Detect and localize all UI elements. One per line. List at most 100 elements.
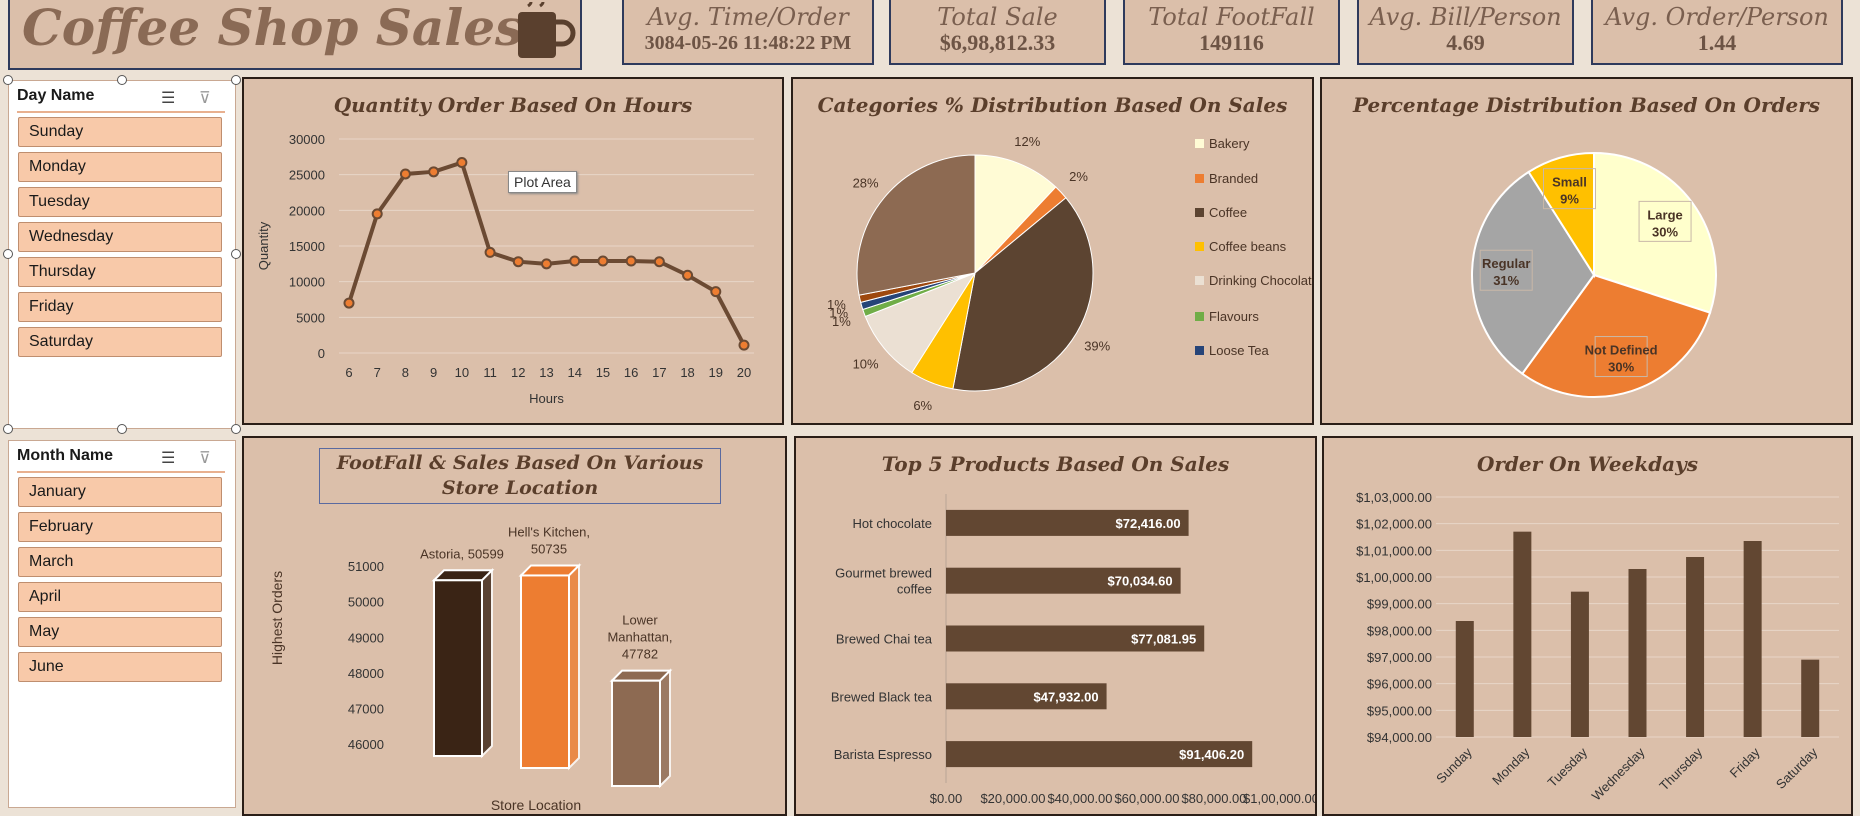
slice-pct-label: 31% [1493, 273, 1519, 288]
resize-handle[interactable] [231, 424, 241, 434]
kpi-value: 1.44 [1697, 30, 1737, 55]
slicer-item-saturday[interactable]: Saturday [18, 327, 222, 357]
slicer-item-friday[interactable]: Friday [18, 292, 222, 322]
chart-categories-distribution[interactable]: Categories % Distribution Based On Sales… [791, 77, 1314, 425]
multi-select-icon[interactable]: ☰ [161, 88, 175, 108]
y-tick-label: $99,000.00 [1367, 597, 1432, 612]
slicer-title: Day Name [17, 87, 95, 104]
line-chart: 0 5000 10000 15000 20000 25000 30000 6 7 8 9 10 11 12… [256, 132, 754, 406]
column-bar [1628, 569, 1647, 737]
x-tick-label: 10 [455, 365, 469, 380]
slicer-item-may[interactable]: May [18, 617, 222, 647]
data-point [653, 256, 665, 268]
kpi-value: 3084-05-26 11:48:22 PM [644, 32, 852, 54]
slicer-item-april[interactable]: April [18, 582, 222, 612]
category-label: Brewed Chai tea [836, 632, 933, 647]
kpi-value: 4.69 [1446, 30, 1485, 55]
data-point [399, 168, 411, 180]
resize-handle[interactable] [3, 424, 13, 434]
slicer-item-tuesday[interactable]: Tuesday [18, 187, 222, 217]
slice-name-label: Large [1647, 207, 1682, 222]
kpi-avg-time-order: Avg. Time/Order 3084-05-26 11:48:22 PM [622, 0, 874, 65]
slice-name-label: Small [1552, 175, 1587, 190]
chart-top-products[interactable]: Top 5 Products Based On Sales $0.00 $20,0… [794, 436, 1317, 816]
legend-swatch [1195, 242, 1204, 251]
kpi-total-sale: Total Sale $6,98,812.33 [889, 0, 1106, 65]
legend-swatch [1195, 312, 1204, 321]
slicer-item-february[interactable]: February [18, 512, 222, 542]
y-tick-label: $1,00,000.00 [1356, 570, 1432, 585]
x-tick-label: Sunday [1433, 744, 1475, 786]
slicer-item-wednesday[interactable]: Wednesday [18, 222, 222, 252]
legend-swatch [1195, 208, 1204, 217]
x-tick-label: Monday [1489, 744, 1533, 788]
chart-orders-distribution[interactable]: Percentage Distribution Based On Orders … [1320, 77, 1853, 425]
day-name-slicer[interactable]: Day Name ☰ ⊽ Sunday Monday Tuesday Wedne… [8, 80, 236, 429]
column-bar [1743, 541, 1762, 737]
x-tick-label: 17 [652, 365, 666, 380]
y-tick-label: 50000 [348, 595, 384, 610]
bar-data-label: $77,081.95 [1131, 632, 1196, 647]
chart-weekday-orders[interactable]: Order On Weekdays $94,000.00 $95,000.00 $9… [1322, 436, 1853, 816]
coffee-cup-icon [518, 2, 576, 58]
column-chart: $94,000.00 $95,000.00 $96,000.00 $97,000.00… [1356, 490, 1839, 804]
y-tick-label: 5000 [296, 310, 325, 325]
resize-handle[interactable] [231, 249, 241, 259]
column-data-label: 47782 [622, 647, 658, 662]
multi-select-icon[interactable]: ☰ [161, 448, 175, 468]
x-tick-label: 15 [596, 365, 610, 380]
slicer-divider [17, 471, 225, 473]
y-tick-label: 15000 [289, 239, 325, 254]
slice-data-label: 6% [913, 398, 932, 413]
column-data-label: Lower [622, 613, 658, 628]
data-point [371, 208, 383, 220]
x-tick-label: Tuesday [1545, 744, 1591, 790]
y-tick-label: 20000 [289, 203, 325, 218]
x-tick-label: 19 [709, 365, 723, 380]
chart-quantity-by-hours[interactable]: Quantity Order Based On Hours 0 5000 10000… [242, 77, 784, 425]
slice-pct-label: 9% [1560, 192, 1579, 207]
column-side [659, 668, 671, 789]
plot-area-tooltip: Plot Area [508, 171, 577, 193]
y-tick-label: 51000 [348, 559, 384, 574]
resize-handle[interactable] [117, 75, 127, 85]
resize-handle[interactable] [231, 75, 241, 85]
slicer-item-january[interactable]: January [18, 477, 222, 507]
slicer-item-march[interactable]: March [18, 547, 222, 577]
header-banner: Coffee Shop Sales [8, 0, 582, 70]
kpi-avg-order-person: Avg. Order/Person 1.44 [1591, 0, 1843, 65]
data-point [343, 297, 355, 309]
column-bar [611, 679, 661, 787]
x-tick-label: 12 [511, 365, 525, 380]
category-label: coffee [897, 582, 932, 597]
slice-data-label: 39% [1084, 338, 1110, 353]
data-point [682, 269, 694, 281]
y-tick-label: 46000 [348, 737, 384, 752]
bar-data-label: $91,406.20 [1179, 747, 1244, 762]
x-tick-label: $60,000.00 [1114, 791, 1179, 806]
x-tick-label: $40,000.00 [1047, 791, 1112, 806]
pie-chart: 12%2%39%6%10%1%1%1%28%BakeryBrandedCoffe… [827, 134, 1312, 413]
slicer-item-monday[interactable]: Monday [18, 152, 222, 182]
month-name-slicer[interactable]: Month Name ☰ ⊽ January February March Ap… [8, 440, 236, 808]
kpi-label: Total Sale [937, 3, 1058, 31]
slicer-item-thursday[interactable]: Thursday [18, 257, 222, 287]
column-data-label: Hell's Kitchen, [508, 524, 590, 539]
resize-handle[interactable] [3, 75, 13, 85]
clear-filter-icon[interactable]: ⊽ [199, 88, 211, 108]
legend-label: Loose Tea [1209, 343, 1270, 358]
x-axis-title: Store Location [491, 797, 581, 813]
horizontal-bar-chart: $0.00 $20,000.00 $40,000.00 $60,000.00 $80,0… [831, 494, 1315, 806]
slicer-item-sunday[interactable]: Sunday [18, 117, 222, 147]
x-tick-label: Saturday [1773, 744, 1821, 792]
column-side [481, 567, 493, 759]
resize-handle[interactable] [117, 424, 127, 434]
data-point [541, 258, 552, 270]
y-tick-label: 25000 [289, 168, 325, 183]
data-point [569, 255, 581, 267]
y-tick-label: $98,000.00 [1367, 623, 1432, 638]
clear-filter-icon[interactable]: ⊽ [199, 448, 211, 468]
resize-handle[interactable] [3, 249, 13, 259]
chart-store-location[interactable]: FootFall & Sales Based On Various Store … [242, 436, 787, 816]
slicer-item-june[interactable]: June [18, 652, 222, 682]
